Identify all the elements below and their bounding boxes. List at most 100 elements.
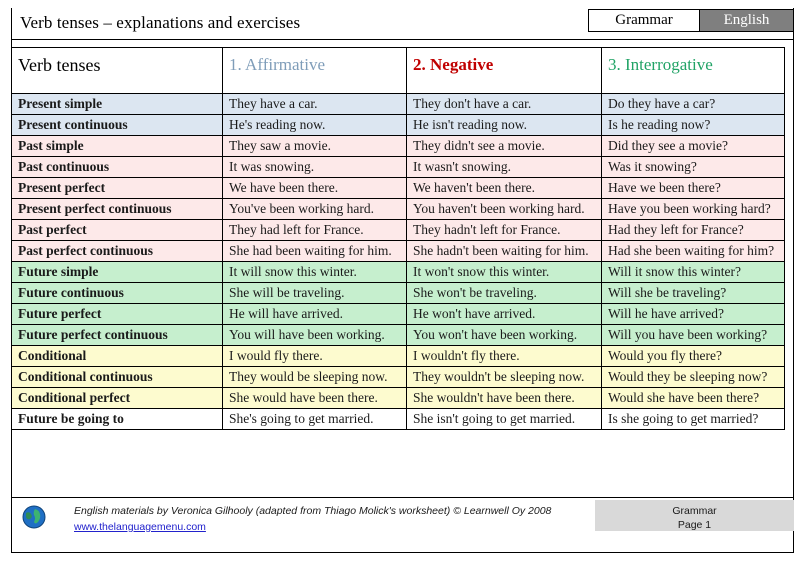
cell-tense-name: Conditional continuous [11, 366, 223, 388]
cell-tense-name: Conditional perfect [11, 387, 223, 409]
cell-tense-name: Present continuous [11, 114, 223, 136]
cell-interrogative: Will you have been working? [601, 324, 785, 346]
cell-negative: They hadn't left for France. [406, 219, 602, 241]
column-header-interrogative-label: 3. Interrogative [608, 55, 713, 74]
cell-interrogative: Did they see a movie? [601, 135, 785, 157]
table-row: Future perfect He will have arrived. He wo… [11, 303, 785, 325]
table-row: Present perfect We have been there. We hav… [11, 177, 785, 199]
table-row: Future perfect continuous You will have b… [11, 324, 785, 346]
cell-interrogative: Will he have arrived? [601, 303, 785, 325]
cell-affirmative: He's reading now. [222, 114, 407, 136]
cell-affirmative: He will have arrived. [222, 303, 407, 325]
column-header-negative-label: 2. Negative [413, 55, 494, 74]
cell-negative: I wouldn't fly there. [406, 345, 602, 367]
page-title: Verb tenses – explanations and exercises [20, 13, 301, 32]
table-row: Present continuous He's reading now. He is… [11, 114, 785, 136]
header-tag-group: Grammar English [588, 9, 794, 32]
cell-interrogative: Have we been there? [601, 177, 785, 199]
cell-interrogative: Have you been working hard? [601, 198, 785, 220]
footer-bottom-divider [12, 552, 794, 553]
cell-affirmative: They had left for France. [222, 219, 407, 241]
column-header-affirmative-label: 1. Affirmative [229, 55, 325, 74]
verb-tense-table: Verb tenses 1. Affirmative 2. Negative 3… [11, 47, 785, 430]
table-row: Past continuous It was snowing. It wasn't … [11, 156, 785, 178]
cell-negative: She hadn't been waiting for him. [406, 240, 602, 262]
cell-negative: It wasn't snowing. [406, 156, 602, 178]
footer-page-number: Page 1 [677, 519, 712, 532]
cell-tense-name: Future continuous [11, 282, 223, 304]
cell-tense-name: Future perfect continuous [11, 324, 223, 346]
cell-affirmative: They saw a movie. [222, 135, 407, 157]
cell-interrogative: Was it snowing? [601, 156, 785, 178]
cell-interrogative: Would they be sleeping now? [601, 366, 785, 388]
verb-tense-table-wrapper: Verb tenses 1. Affirmative 2. Negative 3… [11, 47, 785, 430]
cell-negative: They wouldn't be sleeping now. [406, 366, 602, 388]
cell-affirmative: It was snowing. [222, 156, 407, 178]
cell-interrogative: Had she been waiting for him? [601, 240, 785, 262]
cell-tense-name: Future be going to [11, 408, 223, 430]
footer-page-info: Grammar Page 1 [595, 500, 794, 531]
table-row: Present simple They have a car. They don't… [11, 93, 785, 115]
cell-negative: He isn't reading now. [406, 114, 602, 136]
language-tag: English [699, 10, 793, 31]
cell-negative: It won't snow this winter. [406, 261, 602, 283]
cell-negative: She won't be traveling. [406, 282, 602, 304]
page-header: Verb tenses – explanations and exercises… [12, 9, 794, 39]
column-header-negative: 2. Negative [406, 47, 602, 94]
cell-negative: They don't have a car. [406, 93, 602, 115]
table-row: Present perfect continuous You've been wo… [11, 198, 785, 220]
table-row: Past simple They saw a movie. They didn't … [11, 135, 785, 157]
cell-negative: They didn't see a movie. [406, 135, 602, 157]
column-header-tenses: Verb tenses [11, 47, 223, 94]
header-divider [12, 39, 794, 40]
cell-interrogative: Is she going to get married? [601, 408, 785, 430]
cell-tense-name: Past perfect [11, 219, 223, 241]
cell-negative: You haven't been working hard. [406, 198, 602, 220]
table-row: Future simple It will snow this winter. It… [11, 261, 785, 283]
cell-affirmative: It will snow this winter. [222, 261, 407, 283]
cell-negative: She isn't going to get married. [406, 408, 602, 430]
cell-affirmative: I would fly there. [222, 345, 407, 367]
cell-tense-name: Conditional [11, 345, 223, 367]
table-row: Conditional perfect She would have been t… [11, 387, 785, 409]
cell-affirmative: She's going to get married. [222, 408, 407, 430]
cell-affirmative: We have been there. [222, 177, 407, 199]
cell-tense-name: Past perfect continuous [11, 240, 223, 262]
worksheet-page: Verb tenses – explanations and exercises… [0, 0, 805, 561]
cell-interrogative: Had they left for France? [601, 219, 785, 241]
table-header-row: Verb tenses 1. Affirmative 2. Negative 3… [11, 47, 785, 94]
cell-affirmative: You will have been working. [222, 324, 407, 346]
footer-website-link[interactable]: www.thelanguagemenu.com [74, 521, 206, 533]
cell-negative: He won't have arrived. [406, 303, 602, 325]
table-row: Future continuous She will be traveling. S… [11, 282, 785, 304]
cell-tense-name: Present perfect continuous [11, 198, 223, 220]
table-row: Past perfect They had left for France. The… [11, 219, 785, 241]
table-body: Present simple They have a car. They don't… [11, 93, 785, 430]
cell-affirmative: She would have been there. [222, 387, 407, 409]
cell-negative: We haven't been there. [406, 177, 602, 199]
cell-tense-name: Future simple [11, 261, 223, 283]
cell-affirmative: You've been working hard. [222, 198, 407, 220]
table-row: Conditional I would fly there. I wouldn't … [11, 345, 785, 367]
globe-icon [22, 505, 46, 529]
cell-tense-name: Present perfect [11, 177, 223, 199]
table-row: Conditional continuous They would be slee… [11, 366, 785, 388]
cell-interrogative: Would you fly there? [601, 345, 785, 367]
cell-tense-name: Past continuous [11, 156, 223, 178]
cell-tense-name: Past simple [11, 135, 223, 157]
cell-negative: You won't have been working. [406, 324, 602, 346]
table-row: Past perfect continuous She had been wait… [11, 240, 785, 262]
footer-credit-text: English materials by Veronica Gilhooly (… [74, 505, 552, 517]
footer-subject: Grammar [672, 505, 717, 517]
cell-interrogative: Do they have a car? [601, 93, 785, 115]
cell-tense-name: Future perfect [11, 303, 223, 325]
cell-interrogative: Will she be traveling? [601, 282, 785, 304]
cell-affirmative: They have a car. [222, 93, 407, 115]
cell-affirmative: She had been waiting for him. [222, 240, 407, 262]
cell-negative: She wouldn't have been there. [406, 387, 602, 409]
subject-tag: Grammar [589, 10, 699, 31]
cell-interrogative: Is he reading now? [601, 114, 785, 136]
column-header-interrogative: 3. Interrogative [601, 47, 785, 94]
column-header-affirmative: 1. Affirmative [222, 47, 407, 94]
cell-tense-name: Present simple [11, 93, 223, 115]
